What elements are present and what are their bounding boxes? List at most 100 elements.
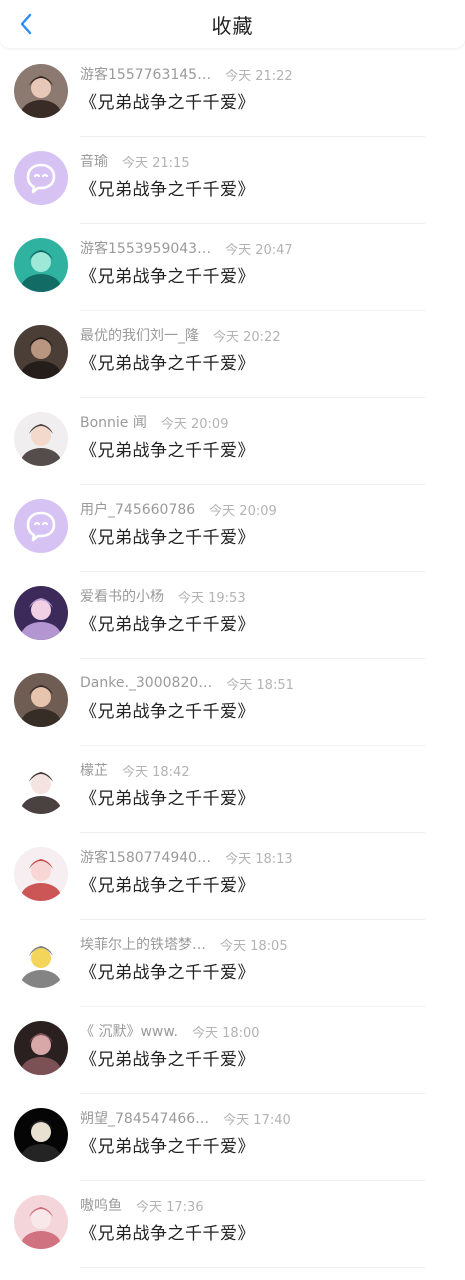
list-item[interactable]: 游客1553959043… 今天 20:47 《兄弟战争之千千爱》 bbox=[0, 236, 465, 323]
item-content: 游客1557763145… 今天 21:22 《兄弟战争之千千爱》 bbox=[80, 62, 465, 149]
timestamp: 今天 18:42 bbox=[122, 764, 190, 780]
avatar[interactable] bbox=[14, 499, 68, 553]
item-meta: 爱看书的小杨 今天 19:53 bbox=[80, 584, 465, 608]
book-title[interactable]: 《兄弟战争之千千爱》 bbox=[80, 1045, 465, 1070]
user-name[interactable]: 游客1580774940… bbox=[80, 847, 211, 867]
book-title[interactable]: 《兄弟战争之千千爱》 bbox=[80, 88, 465, 113]
avatar[interactable] bbox=[14, 760, 68, 814]
item-meta: 游客1557763145… 今天 21:22 bbox=[80, 62, 465, 86]
book-title[interactable]: 《兄弟战争之千千爱》 bbox=[80, 175, 465, 200]
item-content: 用户_745660786 今天 20:09 《兄弟战争之千千爱》 bbox=[80, 497, 465, 584]
divider bbox=[80, 484, 425, 485]
divider bbox=[80, 1180, 425, 1181]
list-item[interactable]: 爱看书的小杨 今天 19:53 《兄弟战争之千千爱》 bbox=[0, 584, 465, 671]
user-name[interactable]: 音瑜 bbox=[80, 151, 108, 171]
list-item[interactable]: 埃菲尔上的铁塔梦… 今天 18:05 《兄弟战争之千千爱》 bbox=[0, 932, 465, 1019]
avatar[interactable] bbox=[14, 1195, 68, 1249]
user-name[interactable]: 爱看书的小杨 bbox=[80, 586, 164, 606]
book-title[interactable]: 《兄弟战争之千千爱》 bbox=[80, 784, 465, 809]
list-item[interactable]: 游客1580774940… 今天 18:13 《兄弟战争之千千爱》 bbox=[0, 845, 465, 932]
user-name[interactable]: 《 沉默》www. bbox=[80, 1021, 178, 1041]
divider bbox=[80, 1093, 425, 1094]
back-button[interactable] bbox=[10, 8, 42, 40]
item-content: 游客1580774940… 今天 18:13 《兄弟战争之千千爱》 bbox=[80, 845, 465, 932]
book-title[interactable]: 《兄弟战争之千千爱》 bbox=[80, 523, 465, 548]
book-title[interactable]: 《兄弟战争之千千爱》 bbox=[80, 1132, 465, 1157]
item-meta: 嗷呜鱼 今天 17:36 bbox=[80, 1193, 465, 1217]
item-meta: 游客1580774940… 今天 18:13 bbox=[80, 845, 465, 869]
avatar[interactable] bbox=[14, 412, 68, 466]
book-title[interactable]: 《兄弟战争之千千爱》 bbox=[80, 610, 465, 635]
item-meta: Bonnie 闻今天 20:09 bbox=[80, 410, 465, 434]
list-item[interactable]: Bonnie 闻今天 20:09 《兄弟战争之千千爱》 bbox=[0, 410, 465, 497]
timestamp: 今天 20:09 bbox=[160, 416, 229, 432]
user-name[interactable]: Bonnie 闻 bbox=[80, 412, 147, 432]
user-name[interactable]: 嗷呜鱼 bbox=[80, 1195, 122, 1215]
list-item[interactable]: 檬芷 今天 18:42 《兄弟战争之千千爱》 bbox=[0, 758, 465, 845]
list-item[interactable]: 用户_745660786 今天 20:09 《兄弟战争之千千爱》 bbox=[0, 497, 465, 584]
item-content: 埃菲尔上的铁塔梦… 今天 18:05 《兄弟战争之千千爱》 bbox=[80, 932, 465, 1019]
book-title[interactable]: 《兄弟战争之千千爱》 bbox=[80, 262, 465, 287]
item-content: 檬芷 今天 18:42 《兄弟战争之千千爱》 bbox=[80, 758, 465, 845]
avatar[interactable] bbox=[14, 934, 68, 988]
timestamp: 今天 18:51 bbox=[226, 677, 294, 693]
timestamp: 今天 17:40 bbox=[223, 1112, 291, 1128]
divider bbox=[80, 919, 425, 920]
user-name[interactable]: 游客1553959043… bbox=[80, 238, 211, 258]
divider bbox=[80, 310, 425, 311]
divider bbox=[80, 223, 425, 224]
user-name[interactable]: Danke._3000820… bbox=[80, 675, 212, 691]
list-item[interactable]: 音瑜 今天 21:15 《兄弟战争之千千爱》 bbox=[0, 149, 465, 236]
divider bbox=[80, 1006, 425, 1007]
item-meta: 朔望_784547466… 今天 17:40 bbox=[80, 1106, 465, 1130]
timestamp: 今天 20:22 bbox=[213, 329, 281, 345]
book-title[interactable]: 《兄弟战争之千千爱》 bbox=[80, 1219, 465, 1244]
timestamp: 今天 19:53 bbox=[178, 590, 246, 606]
avatar[interactable] bbox=[14, 325, 68, 379]
book-title[interactable]: 《兄弟战争之千千爱》 bbox=[80, 958, 465, 983]
top-bar: 收藏 bbox=[0, 0, 465, 48]
book-title[interactable]: 《兄弟战争之千千爱》 bbox=[80, 349, 465, 374]
list-item[interactable]: Danke._3000820… 今天 18:51 《兄弟战争之千千爱》 bbox=[0, 671, 465, 758]
list-item[interactable]: 嗷呜鱼 今天 17:36 《兄弟战争之千千爱》 bbox=[0, 1193, 465, 1280]
item-content: Danke._3000820… 今天 18:51 《兄弟战争之千千爱》 bbox=[80, 671, 465, 758]
list-item[interactable]: 游客1557763145… 今天 21:22 《兄弟战争之千千爱》 bbox=[0, 62, 465, 149]
divider bbox=[80, 136, 425, 137]
item-meta: 用户_745660786 今天 20:09 bbox=[80, 497, 465, 521]
page-title: 收藏 bbox=[211, 13, 254, 38]
item-content: 音瑜 今天 21:15 《兄弟战争之千千爱》 bbox=[80, 149, 465, 236]
item-meta: 埃菲尔上的铁塔梦… 今天 18:05 bbox=[80, 932, 465, 956]
book-title[interactable]: 《兄弟战争之千千爱》 bbox=[80, 697, 465, 722]
list-item[interactable]: 最优的我们刘一_隆 今天 20:22 《兄弟战争之千千爱》 bbox=[0, 323, 465, 410]
timestamp: 今天 18:13 bbox=[225, 851, 293, 867]
timestamp: 今天 20:47 bbox=[225, 242, 293, 258]
user-name[interactable]: 游客1557763145… bbox=[80, 64, 211, 84]
item-content: 爱看书的小杨 今天 19:53 《兄弟战争之千千爱》 bbox=[80, 584, 465, 671]
timestamp: 今天 18:00 bbox=[191, 1025, 260, 1041]
list-item[interactable]: 朔望_784547466… 今天 17:40 《兄弟战争之千千爱》 bbox=[0, 1106, 465, 1193]
book-title[interactable]: 《兄弟战争之千千爱》 bbox=[80, 871, 465, 896]
user-name[interactable]: 用户_745660786 bbox=[80, 499, 195, 519]
avatar[interactable] bbox=[14, 238, 68, 292]
avatar[interactable] bbox=[14, 673, 68, 727]
item-content: 《 沉默》www. 今天 18:00 《兄弟战争之千千爱》 bbox=[80, 1019, 465, 1106]
list-item[interactable]: 《 沉默》www. 今天 18:00 《兄弟战争之千千爱》 bbox=[0, 1019, 465, 1106]
avatar[interactable] bbox=[14, 847, 68, 901]
avatar[interactable] bbox=[14, 1021, 68, 1075]
avatar[interactable] bbox=[14, 64, 68, 118]
user-name[interactable]: 埃菲尔上的铁塔梦… bbox=[80, 934, 206, 954]
item-meta: Danke._3000820… 今天 18:51 bbox=[80, 671, 465, 695]
user-name[interactable]: 最优的我们刘一_隆 bbox=[80, 325, 199, 345]
avatar[interactable] bbox=[14, 151, 68, 205]
user-name[interactable]: 朔望_784547466… bbox=[80, 1108, 209, 1128]
chevron-left-icon bbox=[20, 13, 32, 35]
timestamp: 今天 18:05 bbox=[220, 938, 288, 954]
item-meta: 檬芷 今天 18:42 bbox=[80, 758, 465, 782]
user-name[interactable]: 檬芷 bbox=[80, 760, 108, 780]
avatar[interactable] bbox=[14, 586, 68, 640]
item-meta: 游客1553959043… 今天 20:47 bbox=[80, 236, 465, 260]
divider bbox=[80, 745, 425, 746]
book-title[interactable]: 《兄弟战争之千千爱》 bbox=[80, 436, 465, 461]
avatar[interactable] bbox=[14, 1108, 68, 1162]
timestamp: 今天 21:22 bbox=[225, 68, 293, 84]
